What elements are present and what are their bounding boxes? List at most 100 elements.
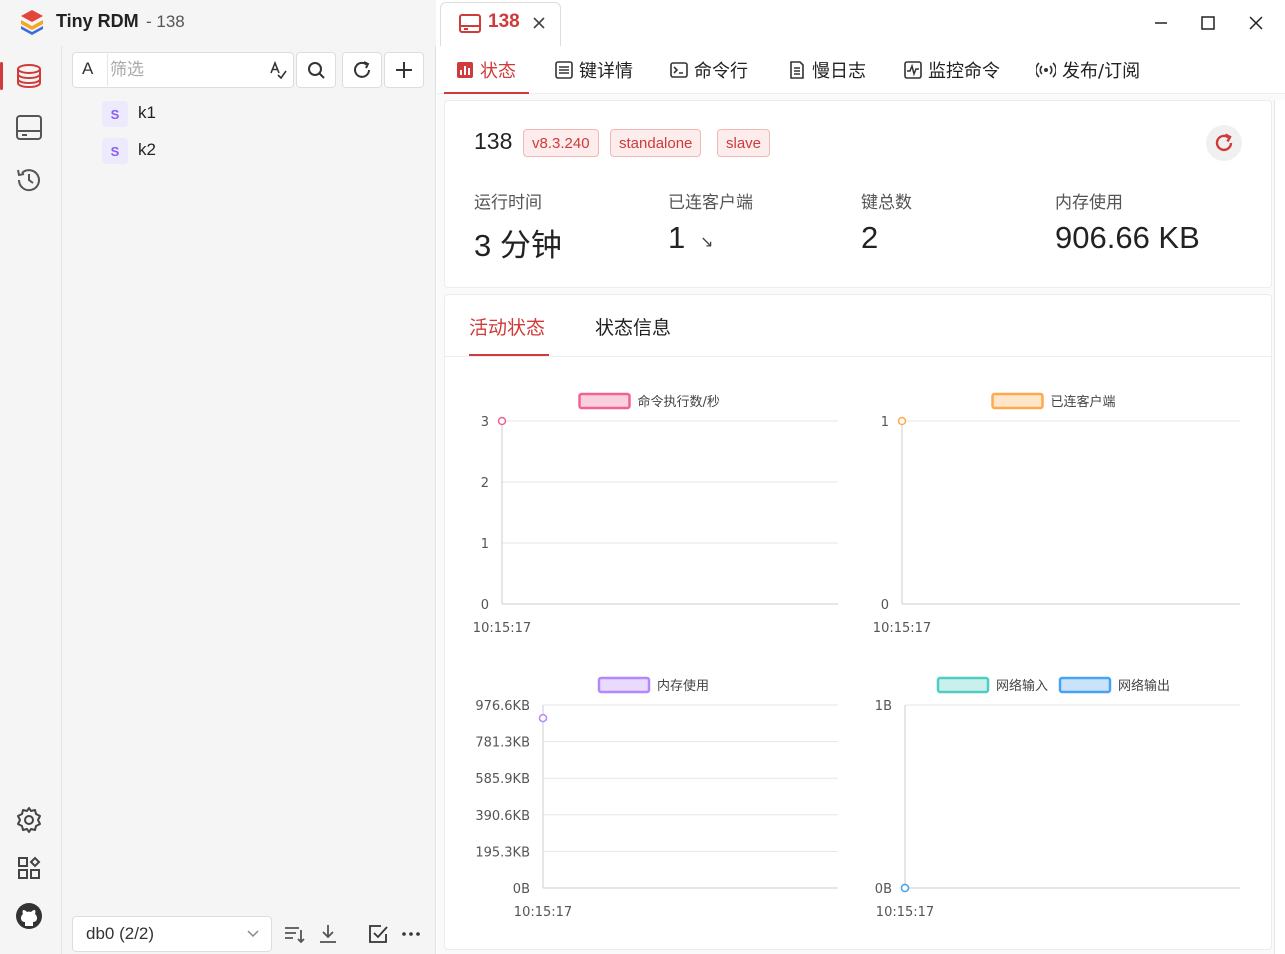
legend-label: 已连客户端 <box>1051 394 1116 410</box>
tab-monitor[interactable]: 监控命令 <box>904 56 1000 84</box>
trend-down-indicator: ↘ <box>700 232 714 251</box>
y-tick-label: 585.9KB <box>475 772 530 787</box>
minimize-icon <box>1155 22 1167 24</box>
filter-input[interactable] <box>110 57 260 83</box>
tab-key-detail[interactable]: 键详情 <box>555 56 633 84</box>
search-button[interactable] <box>296 52 336 88</box>
y-tick-label: 0 <box>481 598 489 613</box>
settings-icon[interactable] <box>14 805 44 835</box>
y-tick-label: 3 <box>481 415 489 430</box>
role-tag: slave <box>717 129 771 157</box>
y-tick-label: 0B <box>875 882 892 897</box>
tab-status-label: 状态 <box>480 61 516 82</box>
legend-label: 网络输入 <box>996 678 1048 694</box>
memory-label: 内存使用 <box>1055 193 1123 213</box>
close-icon <box>1249 16 1263 30</box>
app-logo-icon <box>21 10 43 35</box>
app-title: Tiny RDM <box>56 11 139 31</box>
chart-tabs-divider <box>445 356 1271 357</box>
load-more-icon[interactable] <box>316 922 340 946</box>
x-tick-label: 10:15:17 <box>473 621 531 636</box>
data-point <box>538 713 548 723</box>
database-icon[interactable] <box>14 61 44 91</box>
tab-status-info[interactable]: 状态信息 <box>595 313 671 340</box>
keys-value: 2 <box>861 220 879 255</box>
reload-button[interactable] <box>342 52 382 88</box>
tab-pubsub-label: 发布/订阅 <box>1062 61 1141 82</box>
legend-swatch <box>578 392 631 410</box>
server-name: 138 <box>474 128 513 154</box>
tab-cli[interactable]: 命令行 <box>670 56 748 84</box>
pulse-icon <box>904 61 922 79</box>
y-tick-label: 0 <box>881 598 889 613</box>
key-name: k2 <box>138 140 156 159</box>
tab-slow-log[interactable]: 慢日志 <box>788 56 866 84</box>
legend-swatch <box>936 676 990 694</box>
y-tick-label: 1 <box>481 537 489 552</box>
tab-status[interactable]: 状态 <box>456 56 516 84</box>
y-tick-label: 195.3KB <box>475 845 530 860</box>
sort-icon[interactable] <box>282 922 306 946</box>
x-tick-label: 10:15:17 <box>873 621 931 636</box>
plus-icon <box>396 62 412 78</box>
key-type-badge: S <box>102 138 128 164</box>
spell-check-icon[interactable] <box>268 60 288 80</box>
key-sidebar <box>62 46 436 954</box>
tab-key-detail-label: 键详情 <box>579 61 633 82</box>
add-key-button[interactable] <box>384 52 424 88</box>
activity-charts: 0 1 2 3 10:15:17 命令执行数/秒 0 1 10:15:17 已连客户端 0B 195.… <box>473 392 1240 920</box>
uptime-value: 3 分钟 <box>474 228 562 263</box>
detail-list-icon <box>555 61 573 79</box>
server-icon <box>459 14 481 33</box>
tab-slow-log-label: 慢日志 <box>812 61 866 82</box>
database-select-value: db0 (2/2) <box>86 924 155 943</box>
filter-divider <box>107 54 108 86</box>
close-window-button[interactable] <box>1243 10 1269 36</box>
legend-swatch <box>597 676 651 694</box>
legend-label: 命令执行数/秒 <box>638 394 720 410</box>
legend-label: 内存使用 <box>657 678 709 694</box>
data-point <box>497 416 507 426</box>
adjacent-window-edge <box>1274 100 1285 954</box>
tab-label: 138 <box>488 11 520 32</box>
more-icon[interactable] <box>399 922 423 946</box>
bar-chart-icon <box>457 62 473 78</box>
apps-icon[interactable] <box>14 853 44 883</box>
tab-pubsub[interactable]: 发布/订阅 <box>1036 56 1140 84</box>
mode-tag: standalone <box>610 129 702 157</box>
key-name: k1 <box>138 103 156 122</box>
legend-swatch <box>1058 676 1112 694</box>
key-row[interactable]: S k2 <box>64 134 434 168</box>
x-tick-label: 10:15:17 <box>876 905 934 920</box>
history-icon[interactable] <box>14 165 44 195</box>
tab-monitor-label: 监控命令 <box>928 61 1000 82</box>
github-icon[interactable] <box>14 901 44 931</box>
data-point <box>900 883 910 893</box>
terminal-icon <box>670 62 688 78</box>
legend-swatch <box>991 392 1044 410</box>
maximize-icon <box>1201 16 1215 30</box>
memory-value: 906.66 KB <box>1055 220 1200 255</box>
chart-tab-underline <box>469 354 549 356</box>
refresh-icon <box>354 61 370 78</box>
chevron-down-icon <box>247 930 259 938</box>
y-tick-label: 1 <box>881 415 889 430</box>
minimize-button[interactable] <box>1148 10 1174 36</box>
y-tick-label: 976.6KB <box>475 699 530 714</box>
check-select-icon[interactable] <box>366 922 390 946</box>
tab-activity[interactable]: 活动状态 <box>469 313 545 340</box>
rail-active-indicator <box>0 62 3 90</box>
clients-value: 1 <box>668 220 686 255</box>
filter-type-prefix[interactable]: A <box>82 59 93 79</box>
tab-cli-label: 命令行 <box>694 61 748 82</box>
close-tab-icon[interactable] <box>532 16 546 30</box>
maximize-button[interactable] <box>1195 10 1221 36</box>
y-tick-label: 2 <box>481 476 489 491</box>
refresh-status-button[interactable] <box>1206 125 1242 161</box>
server-status-icon[interactable] <box>14 113 44 143</box>
y-tick-label: 1B <box>875 699 892 714</box>
key-row[interactable]: S k1 <box>64 97 434 131</box>
x-tick-label: 10:15:17 <box>514 905 572 920</box>
y-tick-label: 781.3KB <box>475 736 530 751</box>
log-file-icon <box>790 61 804 79</box>
